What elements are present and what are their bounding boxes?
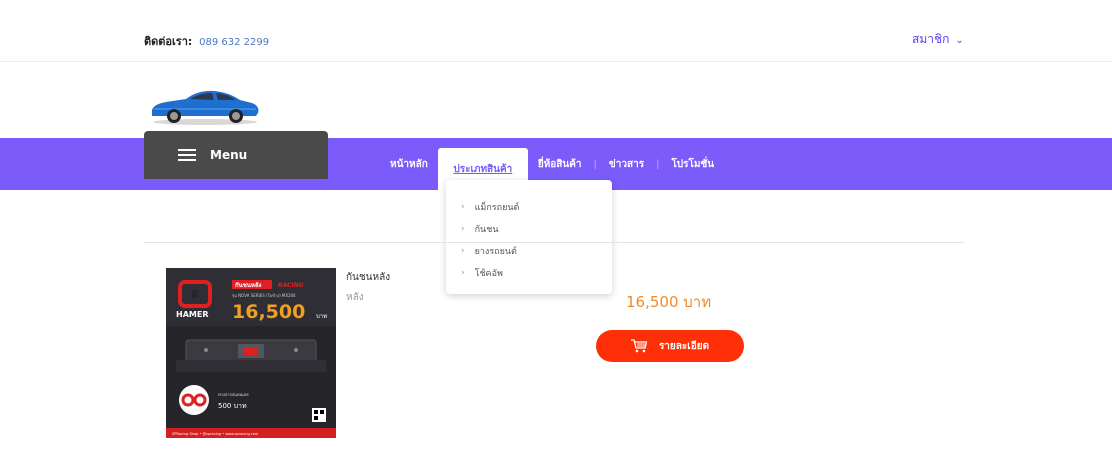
- dropdown-item-label: ยางรถยนต์: [474, 247, 517, 257]
- nav-item-brands[interactable]: ยี่ห้อสินค้า: [528, 157, 592, 172]
- product-type-dropdown: › แม็กรถยนต์ › กันชน › ยางรถยนต์ › โช้คอัพ: [446, 180, 612, 294]
- nav-item-home[interactable]: หน้าหลัก: [380, 157, 438, 172]
- product-image-hook-price: 500 บาท: [218, 402, 247, 410]
- product-image-price: 16,500: [232, 301, 305, 323]
- dropdown-item-shocks[interactable]: › โช้คอัพ: [446, 262, 612, 284]
- product-image-hook-label: ห่วงลากสแตนเลส: [218, 392, 249, 397]
- chevron-right-icon: ›: [461, 202, 465, 212]
- product-image-badge: RACING: [278, 282, 304, 289]
- cart-icon: [630, 339, 647, 353]
- chevron-right-icon: ›: [461, 268, 465, 278]
- member-menu[interactable]: สมาชิก ⌄: [912, 30, 964, 49]
- dropdown-item-label: แม็กรถยนต์: [474, 203, 520, 213]
- nav-item-news[interactable]: ข่าวสาร: [599, 157, 654, 172]
- detail-button[interactable]: รายละเอียด: [596, 330, 744, 362]
- detail-button-label: รายละเอียด: [658, 340, 710, 352]
- nav-item-promotions[interactable]: โปรโมชั่น: [661, 157, 724, 172]
- contact-phone-link[interactable]: 089 632 2299: [199, 37, 269, 48]
- dropdown-item-wheels[interactable]: › แม็กรถยนต์: [446, 196, 612, 218]
- menu-button[interactable]: Menu: [144, 131, 328, 179]
- content-divider: [144, 242, 964, 243]
- menu-label: Menu: [210, 148, 248, 162]
- chevron-down-icon: ⌄: [955, 35, 964, 46]
- chevron-right-icon: ›: [461, 224, 465, 234]
- product-image[interactable]: HAMER กันชนหลัง RACING รุ่น NOVA SERIES …: [166, 268, 336, 438]
- contact-label: ติดต่อเรา:: [144, 35, 193, 48]
- nav-separator: |: [593, 158, 597, 170]
- dropdown-item-tires[interactable]: › ยางรถยนต์: [446, 240, 612, 262]
- dropdown-item-bumpers[interactable]: › กันชน: [446, 218, 612, 240]
- hamburger-icon: [178, 149, 196, 161]
- product-image-price-unit: บาท: [316, 313, 327, 320]
- product-category: หลัง: [346, 292, 364, 303]
- nav-item-product-types-label: ประเภทสินค้า: [453, 163, 513, 175]
- member-label: สมาชิก: [912, 32, 950, 46]
- product-image-graphic: HAMER กันชนหลัง RACING รุ่น NOVA SERIES …: [166, 268, 336, 438]
- product-price: 16,500 บาท: [626, 293, 712, 311]
- product-name[interactable]: กันชนหลัง: [346, 270, 390, 285]
- product-image-tag: กันชนหลัง: [235, 281, 262, 289]
- product-image-footer: ZPRacing Shop • @zpracing • www.zpracing…: [172, 432, 259, 436]
- nav-separator: |: [656, 158, 660, 170]
- chevron-right-icon: ›: [461, 246, 465, 256]
- dropdown-item-label: กันชน: [474, 225, 499, 235]
- contact-info: ติดต่อเรา: 089 632 2299: [144, 32, 269, 50]
- dropdown-item-label: โช้คอัพ: [474, 269, 503, 279]
- product-image-brand: HAMER: [176, 310, 208, 319]
- car-logo[interactable]: [148, 82, 262, 126]
